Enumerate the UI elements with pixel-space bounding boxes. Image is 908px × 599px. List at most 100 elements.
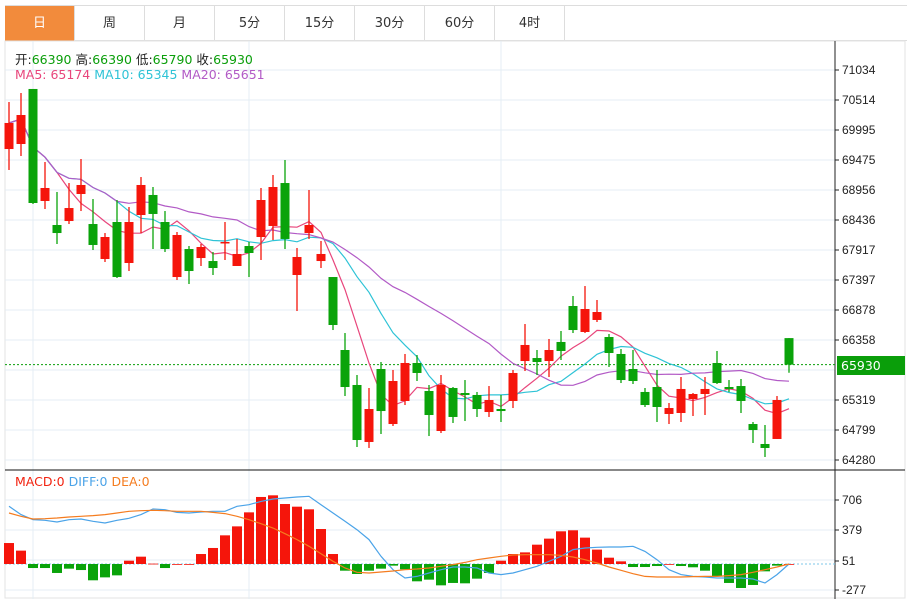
- macd-bar: [604, 557, 614, 564]
- macd-bar: [184, 564, 194, 565]
- candle-body: [688, 393, 698, 400]
- candle-body: [424, 390, 434, 416]
- macd-bar: [28, 564, 38, 569]
- candle: [712, 350, 722, 385]
- candle: [124, 206, 134, 272]
- candle-body: [616, 353, 626, 381]
- candle-body: [568, 306, 578, 331]
- candle: [304, 190, 314, 239]
- candle-body: [508, 372, 518, 401]
- low-value: 65790: [152, 52, 193, 67]
- macd-bar: [88, 564, 98, 581]
- candle: [136, 177, 146, 234]
- candle: [580, 286, 590, 334]
- price-tick-label: 68436: [842, 213, 876, 227]
- macd-bar: [364, 564, 374, 571]
- ma5-value: MA5: 65174: [15, 67, 91, 82]
- candle-body: [328, 277, 338, 325]
- candle-body: [676, 388, 686, 413]
- candle: [520, 324, 530, 372]
- candle-body: [124, 221, 134, 263]
- candle: [244, 241, 254, 278]
- macd-bar: [652, 564, 662, 567]
- candle: [640, 387, 650, 407]
- candle-body: [784, 338, 794, 365]
- macd-bar: [136, 556, 146, 564]
- macd-bar: [772, 564, 782, 566]
- candle-body: [700, 388, 710, 394]
- candle: [148, 187, 158, 250]
- kline-chart: 71034 70514 69995 69475 68956 68436 67917 67397…: [4, 40, 906, 599]
- price-tick-label: 65319: [842, 393, 876, 407]
- macd-tick-label: -277: [842, 583, 866, 597]
- macd-bar: [292, 506, 302, 564]
- candle: [748, 421, 758, 444]
- candle: [316, 240, 326, 269]
- candle-body: [724, 387, 734, 389]
- candle-body: [148, 194, 158, 214]
- candle: [592, 300, 602, 322]
- candle: [52, 191, 62, 244]
- macd-bar: [148, 563, 158, 565]
- candle: [568, 296, 578, 334]
- candle-body: [280, 183, 290, 239]
- candle-body: [16, 115, 26, 144]
- candle: [628, 350, 638, 385]
- price-tick-label: 66878: [842, 303, 876, 317]
- candle-body: [748, 424, 758, 431]
- candle: [232, 238, 242, 266]
- candle-body: [436, 384, 446, 432]
- macd-bar: [496, 560, 506, 564]
- macd-bar: [700, 564, 710, 571]
- candle-body: [556, 341, 566, 351]
- macd-bar: [556, 531, 566, 564]
- ma20-value: MA20: 65651: [181, 67, 265, 82]
- candle-body: [652, 387, 662, 407]
- macd-bar: [748, 564, 758, 585]
- macd-bar: [76, 564, 86, 571]
- candle: [196, 243, 206, 266]
- candle: [16, 93, 26, 157]
- price-tick-label: 68956: [842, 183, 876, 197]
- close-value: 65930: [213, 52, 253, 67]
- macd-bar: [208, 547, 218, 564]
- candle: [100, 233, 110, 263]
- macd-value: MACD:0: [15, 474, 65, 489]
- candle-body: [388, 381, 398, 425]
- candle: [424, 384, 434, 437]
- candle-body: [112, 221, 122, 278]
- candle-body: [352, 384, 362, 441]
- dea-line: [8, 509, 790, 578]
- candle-body: [64, 208, 74, 222]
- price-tick-label: 69475: [842, 153, 876, 167]
- candle-body: [712, 362, 722, 384]
- candle-body: [4, 122, 14, 150]
- macd-bar: [676, 564, 686, 567]
- candle: [88, 199, 98, 250]
- macd-bar: [628, 564, 638, 568]
- candle: [448, 387, 458, 423]
- candle-body: [244, 246, 254, 254]
- candle: [484, 386, 494, 417]
- candle-body: [100, 237, 110, 260]
- candle-body: [760, 443, 770, 448]
- price-tick-label: 67397: [842, 273, 876, 287]
- candle: [40, 162, 50, 210]
- candle: [352, 375, 362, 447]
- candle-body: [52, 225, 62, 234]
- high-value: 66390: [92, 52, 132, 67]
- candle-body: [496, 409, 506, 412]
- candle: [280, 159, 290, 250]
- open-value: 66390: [31, 52, 72, 67]
- candle: [676, 377, 686, 422]
- candle-body: [400, 362, 410, 401]
- candle-body: [208, 261, 218, 269]
- candle-body: [520, 344, 530, 362]
- candle-body: [544, 350, 554, 362]
- candle-body: [268, 187, 278, 226]
- candle: [388, 369, 398, 426]
- macd-bar: [316, 529, 326, 564]
- candle: [376, 362, 386, 435]
- candle-body: [172, 234, 182, 278]
- macd-legend: MACD:0 DIFF:0 DEA:0: [15, 474, 150, 489]
